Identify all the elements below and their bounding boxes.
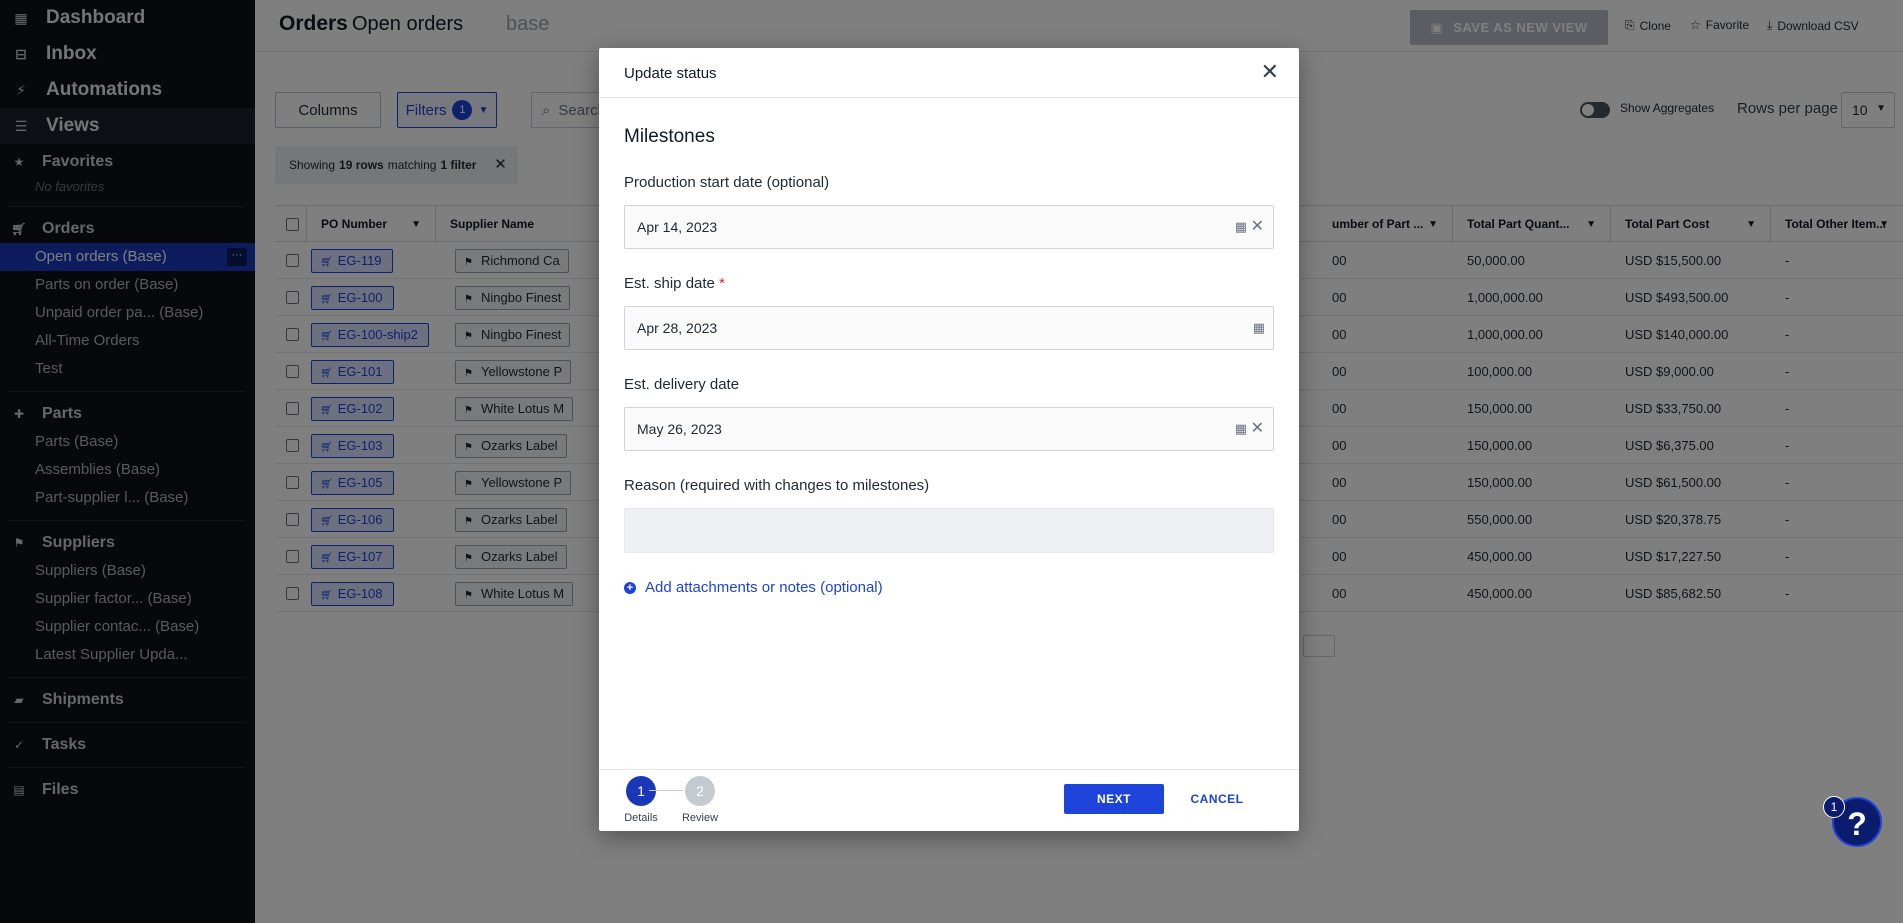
step-label: Details xyxy=(624,812,658,824)
production-start-date-field[interactable]: Apr 14, 2023 ▦ ✕ xyxy=(624,205,1274,249)
calendar-icon[interactable]: ▦ xyxy=(1253,307,1265,349)
ship-date-label-text: Est. ship date xyxy=(624,275,715,292)
stepper-connector xyxy=(649,790,683,791)
required-mark: * xyxy=(719,275,725,292)
clear-icon[interactable]: ✕ xyxy=(1251,408,1264,450)
add-attachments-label: Add attachments or notes (optional) xyxy=(645,579,883,596)
add-attachments-link[interactable]: + Add attachments or notes (optional) xyxy=(624,579,1274,596)
dialog-header: Update status ✕ xyxy=(599,48,1299,98)
cancel-button[interactable]: CANCEL xyxy=(1182,784,1252,814)
calendar-icon[interactable]: ▦ xyxy=(1235,408,1247,450)
step-number: 1 xyxy=(626,776,656,806)
milestones-heading: Milestones xyxy=(624,126,715,147)
step-review[interactable]: 2 Review xyxy=(682,776,718,824)
dialog-body: Milestones Production start date (option… xyxy=(624,98,1274,596)
est-ship-date-field[interactable]: Apr 28, 2023 ▦ xyxy=(624,306,1274,350)
dialog-title: Update status xyxy=(624,65,717,82)
step-label: Review xyxy=(681,812,719,824)
reason-textarea[interactable] xyxy=(624,508,1274,553)
reason-label: Reason (required with changes to milesto… xyxy=(624,477,930,494)
plus-circle-icon: + xyxy=(624,581,636,594)
delivery-date-label: Est. delivery date xyxy=(624,376,740,393)
ship-date-label: Est. ship date * xyxy=(624,275,1274,292)
step-number: 2 xyxy=(685,776,715,806)
production-start-label: Production start date (optional) xyxy=(624,174,830,191)
close-icon[interactable]: ✕ xyxy=(1261,61,1279,83)
step-details[interactable]: 1 Details xyxy=(624,776,658,824)
update-status-dialog: Update status ✕ Milestones Production st… xyxy=(599,48,1299,831)
est-delivery-date-field[interactable]: May 26, 2023 ▦ ✕ xyxy=(624,407,1274,451)
production-start-value: Apr 14, 2023 xyxy=(637,219,718,235)
next-button[interactable]: NEXT xyxy=(1064,784,1164,814)
dialog-footer: 1 Details 2 Review NEXT CANCEL xyxy=(599,769,1299,831)
clear-icon[interactable]: ✕ xyxy=(1251,206,1264,248)
ship-date-value: Apr 28, 2023 xyxy=(637,320,718,336)
delivery-date-value: May 26, 2023 xyxy=(637,421,722,437)
calendar-icon[interactable]: ▦ xyxy=(1235,206,1247,248)
help-notification-badge: 1 xyxy=(1823,796,1845,818)
